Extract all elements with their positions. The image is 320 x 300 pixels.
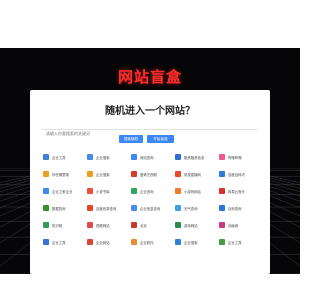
site-link[interactable]: 企业网站 [87, 237, 127, 247]
site-title: 网站盲盒 [117, 68, 182, 86]
site-icon [87, 205, 93, 211]
site-label: 百度收录查询 [96, 206, 117, 211]
site-label: 企业网站 [96, 240, 110, 245]
site-icon [219, 239, 225, 245]
site-icon [219, 154, 225, 160]
site-link[interactable]: 融资融资信息 [175, 152, 215, 162]
site-label: 企业搜索 [96, 155, 110, 160]
site-link[interactable]: 企业之家企业 [43, 186, 83, 196]
site-link[interactable]: 企业工具 [43, 152, 83, 162]
site-label: 网站查询 [140, 155, 154, 160]
site-link[interactable]: 电视直播网 [175, 169, 215, 179]
site-link[interactable]: 企业搜索 [87, 169, 127, 179]
site-link[interactable]: 网站查询 [131, 152, 171, 162]
site-label: 企业搜索 [184, 240, 198, 245]
site-icon [219, 188, 225, 194]
site-icon [43, 205, 49, 211]
site-link[interactable]: 企业工具 [43, 237, 83, 247]
question-heading: 随机进入一个网站？ [105, 106, 195, 117]
site-icon [175, 222, 181, 228]
site-link[interactable]: 动画网 [219, 220, 259, 230]
site-label: 哔哩哔哩 [228, 155, 242, 160]
site-label: 企业之家企业 [52, 189, 73, 194]
site-label: 动画网 [228, 223, 239, 228]
site-icon [43, 188, 49, 194]
site-link[interactable]: 百度百科内 [219, 169, 259, 179]
site-link[interactable]: 数据查询 [43, 203, 83, 213]
site-icon [87, 239, 93, 245]
site-link[interactable]: 爱奇艺视频 [131, 169, 171, 179]
search-box [42, 120, 262, 138]
random-search-button[interactable]: 搜索随机 [119, 135, 143, 143]
site-label: 小游戏网站 [184, 189, 201, 194]
site-link[interactable]: 知识网 [43, 220, 83, 230]
site-link[interactable]: 天气查询 [175, 203, 215, 213]
site-link[interactable]: 北京 [131, 220, 171, 230]
site-link[interactable]: 企业信息查询 [131, 203, 171, 213]
site-label: 爱奇艺视频 [140, 172, 157, 177]
site-icon [175, 239, 181, 245]
site-icon [43, 154, 49, 160]
site-link[interactable]: 企业查询 [131, 186, 171, 196]
site-icon [87, 222, 93, 228]
site-label: 百度百科内 [228, 172, 245, 177]
site-icon [43, 171, 49, 177]
site-label: 企业工具 [52, 240, 66, 245]
start-blindbox-button[interactable]: 开始盲盒 [147, 135, 174, 143]
site-icon [131, 188, 137, 194]
site-link[interactable]: 你在哪里哦 [43, 169, 83, 179]
site-link[interactable]: 哔哩哔哩 [219, 152, 259, 162]
site-label: 企业工具 [52, 155, 66, 160]
site-label: 知识网 [52, 223, 63, 228]
site-icon [131, 154, 137, 160]
site-icon [219, 222, 225, 228]
site-link[interactable]: 视频网站 [87, 220, 127, 230]
site-icon [87, 171, 93, 177]
site-icon [131, 239, 137, 245]
site-label: 企业工具 [228, 240, 242, 245]
site-label: 天气查询 [184, 206, 198, 211]
site-icon [219, 171, 225, 177]
site-icon [131, 205, 137, 211]
site-link[interactable]: 企业工具 [219, 237, 259, 247]
site-icon [131, 222, 137, 228]
site-label: 数据查询 [52, 206, 66, 211]
site-icon [175, 154, 181, 160]
site-link[interactable]: 企业搜索 [175, 237, 215, 247]
site-icon [43, 239, 49, 245]
site-label: 企业搜索 [96, 172, 110, 177]
site-label: 企业查询 [140, 189, 154, 194]
site-icon [131, 171, 137, 177]
site-link[interactable]: 企业搜索 [87, 152, 127, 162]
site-link[interactable]: 游戏网站 [175, 220, 215, 230]
site-icon [87, 154, 93, 160]
site-label: 游戏网站 [184, 223, 198, 228]
site-link[interactable]: 小说书库 [87, 186, 127, 196]
site-icon [175, 171, 181, 177]
site-label: 你在哪里哦 [52, 172, 69, 177]
site-label: 北京 [140, 223, 147, 228]
site-label: 融资融资信息 [184, 155, 205, 160]
site-icon [87, 188, 93, 194]
site-link[interactable]: 网易云音乐 [219, 186, 259, 196]
site-label: 视频网站 [96, 223, 110, 228]
site-label: 企业软件 [140, 240, 154, 245]
site-label: 网易云音乐 [228, 189, 245, 194]
site-link[interactable]: 小游戏网站 [175, 186, 215, 196]
site-label: 电视直播网 [184, 172, 201, 177]
site-icon [43, 222, 49, 228]
site-label: 百科查询 [228, 206, 242, 211]
main-card: 随机进入一个网站？ 搜索随机 开始盲盒 企业工具企业搜索网站查询融资融资信息哔哩… [30, 90, 270, 274]
site-label: 小说书库 [96, 189, 110, 194]
site-label: 企业信息查询 [140, 206, 161, 211]
site-icon [175, 188, 181, 194]
site-link[interactable]: 百科查询 [219, 203, 259, 213]
site-link[interactable]: 企业软件 [131, 237, 171, 247]
site-icon [175, 205, 181, 211]
site-icon [219, 205, 225, 211]
site-link[interactable]: 百度收录查询 [87, 203, 127, 213]
